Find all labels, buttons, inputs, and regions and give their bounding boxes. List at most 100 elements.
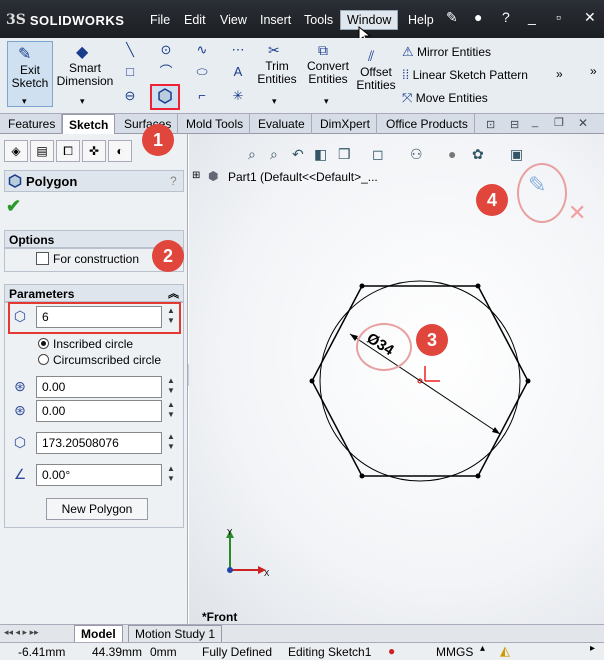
feature-tree-part[interactable]: Part1 (Default<<Default>_...	[228, 170, 378, 184]
slot-icon[interactable]: ⊖	[122, 88, 138, 104]
quick-tips-icon[interactable]: ◭	[500, 643, 510, 659]
edit-appearance-icon[interactable]: ●	[448, 146, 456, 162]
circle-icon[interactable]: ⊙	[158, 42, 174, 58]
minimize-icon[interactable]: _	[528, 9, 536, 25]
status-units[interactable]: MMGS	[436, 645, 473, 659]
dimxpert-manager-icon[interactable]: ✜	[82, 140, 106, 162]
previous-view-icon[interactable]: ↶	[292, 146, 304, 163]
menu-help[interactable]: Help	[402, 11, 440, 29]
view-settings-icon[interactable]: ▣	[510, 146, 523, 163]
tab-office-products[interactable]: Office Products	[380, 114, 475, 134]
chevron-down-icon[interactable]: ▾	[324, 96, 329, 107]
angle-icon: ∠	[13, 466, 27, 482]
sides-spinner[interactable]: ▲ ▼	[164, 306, 178, 328]
display-manager-icon[interactable]: ◐	[108, 140, 132, 162]
rebuild-status-icon[interactable]: ●	[388, 644, 395, 658]
minimize-icon[interactable]: _	[532, 116, 538, 128]
chevron-down-icon[interactable]: ▾	[22, 96, 27, 107]
ok-check-icon[interactable]: ✔	[6, 196, 21, 217]
tree-expand-icon[interactable]: ⊞	[192, 170, 200, 181]
tab-dimxpert[interactable]: DimXpert	[314, 114, 378, 134]
convert-entities-button[interactable]: Convert Entities	[302, 44, 354, 86]
tab-model[interactable]: Model	[74, 625, 123, 643]
fillet-icon[interactable]: ⌐	[194, 88, 210, 104]
status-expand-icon[interactable]: ▸	[590, 643, 595, 654]
move-entities-button[interactable]: ⤧ Move Entities	[402, 90, 488, 106]
spline-icon[interactable]: ∿	[194, 42, 210, 58]
menu-edit[interactable]: Edit	[178, 11, 212, 29]
help-icon[interactable]: ?	[502, 9, 510, 25]
traffic-light-icon[interactable]: ●	[474, 9, 482, 25]
mirror-entities-button[interactable]: ⚠ Mirror Entities	[402, 44, 491, 60]
menu-tools[interactable]: Tools	[298, 11, 339, 29]
pin-icon[interactable]: ✎	[446, 9, 458, 26]
vertex-point[interactable]	[359, 473, 365, 479]
center-x-input[interactable]: 0.00	[36, 376, 162, 398]
close-icon[interactable]: ✕	[578, 116, 588, 130]
vertex-point[interactable]	[475, 283, 481, 289]
center-y-input[interactable]: 0.00	[36, 400, 162, 422]
point-icon[interactable]: ✳	[230, 88, 246, 104]
status-z-coord: 0mm	[150, 645, 177, 659]
property-manager-icon[interactable]: ▤	[30, 140, 54, 162]
section-view-icon[interactable]: ◧	[314, 146, 327, 163]
diameter-input[interactable]: 173.20508076	[36, 432, 162, 454]
menu-insert[interactable]: Insert	[254, 11, 297, 29]
zoom-to-fit-icon[interactable]: ⌕	[248, 146, 256, 163]
new-polygon-button[interactable]: New Polygon	[46, 498, 148, 520]
vertex-point[interactable]	[309, 378, 315, 384]
chevron-right-icon[interactable]: »	[590, 64, 597, 78]
tab-evaluate[interactable]: Evaluate	[252, 114, 312, 134]
configuration-manager-icon[interactable]: ⧠	[56, 140, 80, 162]
hide-show-items-icon[interactable]: ⚇	[410, 146, 423, 163]
chevron-down-icon[interactable]: ▾	[80, 96, 85, 107]
close-icon[interactable]: ✕	[584, 9, 596, 26]
text-icon[interactable]: A	[230, 64, 246, 80]
chevron-down-icon[interactable]: ▾	[272, 96, 277, 107]
linear-sketch-pattern-button[interactable]: ⁞⁞ Linear Sketch Pattern	[402, 67, 528, 82]
line-icon[interactable]: ╲	[122, 42, 138, 58]
offset-entities-button[interactable]: Offset Entities	[356, 50, 396, 92]
tab-sketch[interactable]: Sketch	[62, 114, 116, 134]
circumscribed-radio[interactable]	[38, 354, 49, 365]
pin-icon[interactable]: ⊡	[486, 118, 495, 131]
ellipse-icon[interactable]: ⬭	[194, 64, 210, 80]
view-orientation-icon[interactable]: ❒	[338, 146, 351, 163]
display-style-icon[interactable]: ◻	[372, 146, 384, 163]
apply-scene-icon[interactable]: ✿	[472, 146, 484, 163]
tab-mold-tools[interactable]: Mold Tools	[180, 114, 251, 134]
center-y-spinner[interactable]: ▲ ▼	[164, 400, 178, 422]
units-dropdown-icon[interactable]: ▴	[480, 643, 485, 654]
help-icon[interactable]: ?	[170, 174, 177, 188]
tab-motion-study[interactable]: Motion Study 1	[128, 625, 223, 643]
vertex-point[interactable]	[359, 283, 365, 289]
restore-icon[interactable]: ❐	[554, 116, 564, 129]
restore-icon[interactable]: ▫	[556, 9, 561, 25]
sketch-geometry[interactable]	[300, 270, 540, 490]
angle-spinner[interactable]: ▲ ▼	[164, 464, 178, 486]
rectangle-icon[interactable]: □	[122, 64, 138, 80]
for-construction-checkbox[interactable]	[36, 252, 49, 265]
number-of-sides-input[interactable]: 6	[36, 306, 162, 328]
menu-file[interactable]: File	[144, 11, 176, 29]
expand-icon[interactable]: ⊟	[510, 118, 519, 131]
menu-view[interactable]: View	[214, 11, 253, 29]
vertex-point[interactable]	[475, 473, 481, 479]
chevron-right-icon[interactable]: »	[556, 67, 563, 81]
cancel-x-icon[interactable]: ✕	[568, 200, 586, 226]
grid-icon[interactable]: ⋯	[230, 42, 246, 58]
exit-sketch-confirm-icon[interactable]: ✎	[528, 172, 546, 198]
arc-icon[interactable]: ⌒	[158, 64, 174, 80]
polygon-icon	[8, 174, 22, 188]
solidworks-logo[interactable]: 3S SOLIDWORKS	[6, 8, 124, 32]
center-x-spinner[interactable]: ▲ ▼	[164, 376, 178, 398]
zoom-to-area-icon[interactable]: ⌕	[270, 146, 278, 163]
diameter-spinner[interactable]: ▲ ▼	[164, 432, 178, 454]
tab-features[interactable]: Features	[2, 114, 63, 134]
parameters-section-header[interactable]: Parameters ︽	[4, 284, 184, 302]
inscribed-radio[interactable]	[38, 338, 49, 349]
scroll-arrows-icon[interactable]: ◂◂ ◂ ▸ ▸▸	[4, 627, 39, 638]
feature-manager-icon[interactable]: ◈	[4, 140, 28, 162]
vertex-point[interactable]	[525, 378, 531, 384]
angle-input[interactable]: 0.00°	[36, 464, 162, 486]
